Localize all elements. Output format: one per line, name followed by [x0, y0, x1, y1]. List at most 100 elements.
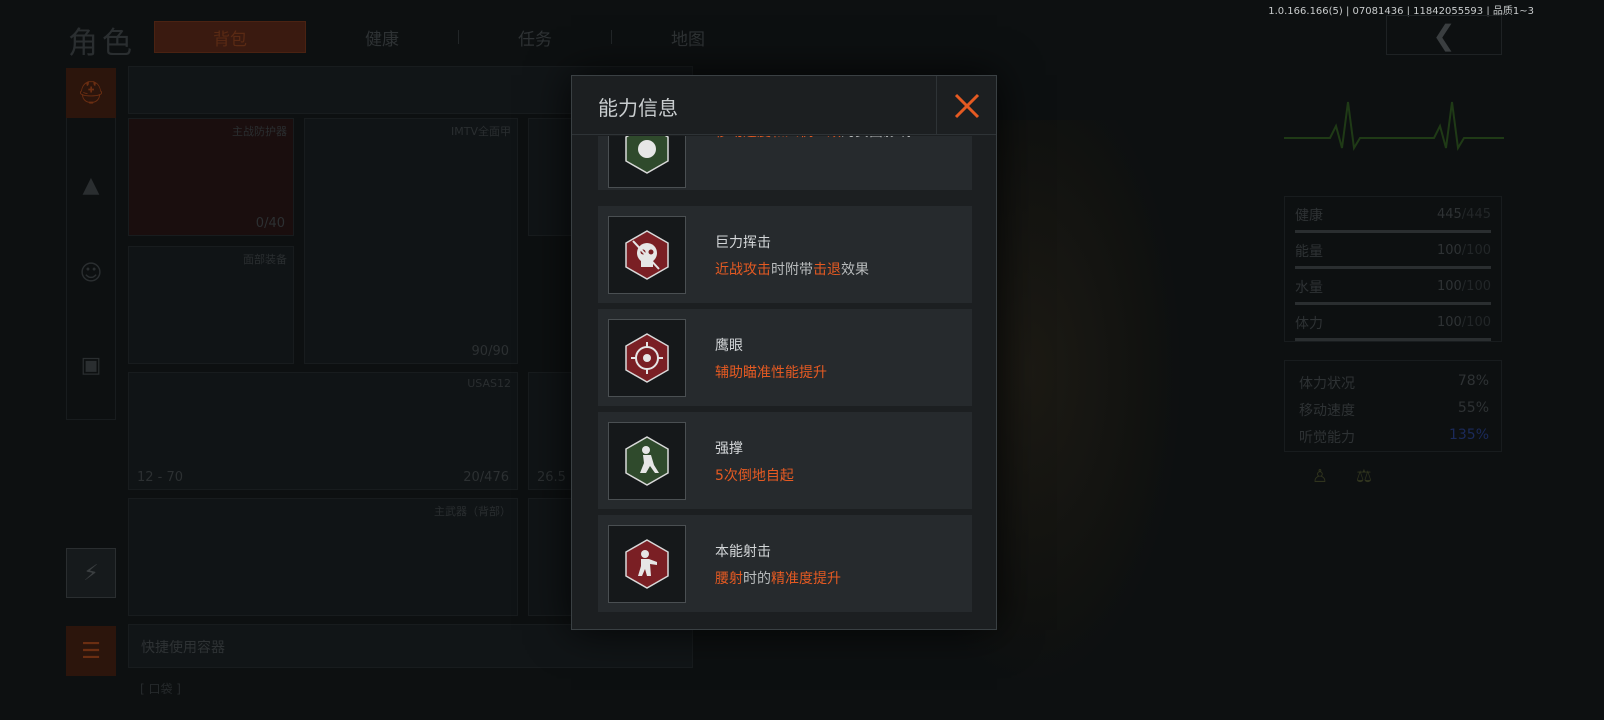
weapon-slot[interactable]: USAS12 12 - 70 20/476	[128, 372, 518, 490]
ability-desc: 5次倒地自起	[715, 465, 794, 485]
page-title: 角色	[68, 26, 136, 61]
weapon-ammo: 12 - 70	[137, 470, 184, 485]
ability-desc: 大幅降低，结构强度为强的防具，造成的移动速度和人机工效的负面影响	[715, 136, 972, 142]
quick-container-icon[interactable]: ☰	[66, 626, 116, 676]
stat-bar	[1295, 302, 1491, 305]
tab-tasks[interactable]: 任务	[459, 21, 611, 53]
main-tabs: 背包 健康 任务 地图	[154, 21, 764, 53]
slot-value: 26.5	[537, 470, 566, 485]
pocket-label: [ 口袋 ]	[140, 682, 181, 696]
status-label: 听觉能力	[1299, 430, 1355, 446]
status-stamina-condition: 体力状况 78%	[1299, 373, 1489, 395]
ability-desc: 腰射时的精准度提升	[715, 568, 841, 588]
ear-status-icon[interactable]: ⚖	[1350, 462, 1378, 490]
status-effect-icons: ♙ ⚖	[1306, 462, 1378, 490]
highlight-text: 腰射	[715, 571, 743, 587]
highlight-text: 击退	[813, 262, 841, 278]
stat-value: 100/100	[1437, 243, 1491, 258]
status-label: 体力状况	[1299, 376, 1355, 392]
stat-value: 100/100	[1437, 279, 1491, 294]
shooter-ability-icon	[608, 525, 686, 603]
chevron-left-icon: ❮	[1432, 18, 1456, 52]
status-move-speed: 移动速度 55%	[1299, 400, 1489, 422]
ability-card-eagle-eye: 鹰眼 辅助瞄准性能提升	[598, 309, 972, 406]
back-button[interactable]: ❮	[1386, 15, 1502, 55]
close-icon	[954, 93, 979, 118]
helmet-slot[interactable]: 主战防护器 0/40	[128, 118, 294, 236]
highlight-text: 移动速度和人机工效	[715, 136, 841, 140]
stat-current: 100	[1436, 243, 1462, 258]
stat-bar	[1295, 338, 1491, 341]
stat-bar	[1295, 230, 1491, 233]
quick-use-container[interactable]: 快捷使用容器	[128, 624, 693, 668]
ability-name: 强撑	[715, 441, 743, 457]
highlight-text: 辅助瞄准性能提升	[715, 365, 827, 381]
desc-text: 效果	[841, 262, 869, 278]
slot-durability: 90/90	[471, 344, 509, 359]
slot-label: 主战防护器	[232, 125, 287, 138]
stat-max: /100	[1461, 243, 1491, 258]
slot-durability: 0/40	[255, 216, 285, 231]
stat-water: 水量 100/100	[1295, 277, 1491, 305]
primary-weapon-back-slot[interactable]: 主武器（背部）	[128, 498, 518, 616]
status-label: 移动速度	[1299, 403, 1355, 419]
ability-card-instinct-shot: 本能射击 腰射时的精准度提升	[598, 515, 972, 612]
status-value: 135%	[1448, 427, 1489, 443]
mask-category-icon[interactable]: ☺	[66, 248, 116, 298]
slot-label: USAS12	[467, 377, 511, 390]
stat-value: 100/100	[1437, 315, 1491, 330]
stat-label: 健康	[1295, 208, 1323, 224]
stat-current: 100	[1436, 279, 1462, 294]
skill-lightning-icon[interactable]: ⚡	[66, 548, 116, 598]
tab-health[interactable]: 健康	[306, 21, 458, 53]
stat-stamina: 体力 100/100	[1295, 313, 1491, 341]
body-status-icon[interactable]: ♙	[1306, 462, 1334, 490]
stat-current: 100	[1436, 315, 1462, 330]
body-armor-slot[interactable]: IMTV全面甲 90/90	[304, 118, 518, 364]
armor-ability-icon	[608, 136, 686, 188]
stat-label: 水量	[1295, 280, 1323, 296]
stat-label: 体力	[1295, 316, 1323, 332]
ability-card-endure: 强撑 5次倒地自起	[598, 412, 972, 509]
stat-health: 健康 445/445	[1295, 205, 1491, 233]
pouch-category-icon[interactable]: ▣	[66, 340, 116, 390]
highlight-text: 近战攻击	[715, 262, 771, 278]
stat-bar	[1295, 266, 1491, 269]
heartbeat-icon	[1284, 101, 1504, 151]
status-hearing: 听觉能力 135%	[1299, 427, 1489, 449]
face-slot[interactable]: 面部装备	[128, 246, 294, 364]
ability-desc: 辅助瞄准性能提升	[715, 362, 827, 382]
ability-name: 鹰眼	[715, 338, 743, 354]
ability-name: 巨力挥击	[715, 235, 771, 251]
highlight-text: 精准度提升	[771, 571, 841, 587]
crosshair-ability-icon	[608, 319, 686, 397]
status-value: 78%	[1457, 373, 1489, 389]
stat-max: /445	[1461, 207, 1491, 222]
kneel-ability-icon	[608, 422, 686, 500]
stat-max: /100	[1461, 279, 1491, 294]
ability-list[interactable]: 大幅降低，结构强度为强的防具，造成的移动速度和人机工效的负面影响 巨力挥击 近战…	[598, 136, 972, 616]
ability-info-modal: 能力信息 大幅降低，结构强度为强的防具，造成的移动速度和人机工效的负面影响	[571, 75, 997, 630]
desc-text: 时附带	[771, 262, 813, 278]
bag-category-icon[interactable]: ▲	[66, 160, 116, 210]
stat-value: 445/445	[1437, 207, 1491, 222]
ability-card-armor: 大幅降低，结构强度为强的防具，造成的移动速度和人机工效的负面影响	[598, 136, 972, 190]
ability-name: 本能射击	[715, 544, 771, 560]
helmet-category-icon[interactable]: ⛑	[66, 68, 116, 118]
status-panel: 体力状况 78% 移动速度 55% 听觉能力 135%	[1284, 360, 1502, 452]
status-value: 55%	[1457, 400, 1489, 416]
desc-text: 的负面影响	[841, 136, 911, 140]
tab-backpack[interactable]: 背包	[154, 21, 306, 53]
highlight-text: 5次倒地自起	[715, 468, 794, 484]
ability-desc: 近战攻击时附带击退效果	[715, 259, 869, 279]
stat-label: 能量	[1295, 244, 1323, 260]
close-button[interactable]	[936, 76, 996, 135]
stat-energy: 能量 100/100	[1295, 241, 1491, 269]
vital-stats-panel: 健康 445/445 能量 100/100 水量 100/100 体力 100/…	[1284, 196, 1502, 342]
stat-max: /100	[1461, 315, 1491, 330]
slot-label: IMTV全面甲	[451, 125, 511, 138]
weapon-durability: 20/476	[463, 470, 509, 485]
skull-ability-icon	[608, 216, 686, 294]
game-screen: 1.0.166.166(5) | 07081436 | 11842055593 …	[0, 0, 1604, 720]
tab-map[interactable]: 地图	[612, 21, 764, 53]
